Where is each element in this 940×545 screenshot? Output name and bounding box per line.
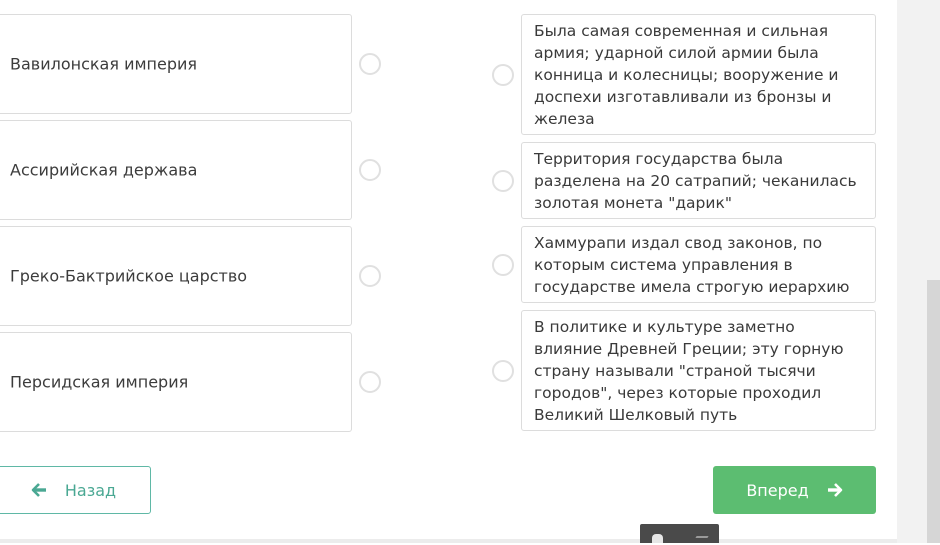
right-item-text: Хаммурапи издал свод законов, по которым… — [534, 233, 850, 296]
left-item-label: Греко-Бактрийское царство — [10, 266, 248, 286]
arrow-left-icon — [31, 482, 47, 498]
back-button-label: Назад — [64, 480, 117, 500]
left-item-label: Ассирийская держава — [10, 160, 198, 180]
left-connector-radio[interactable] — [359, 159, 381, 181]
right-connector-radio[interactable] — [492, 64, 514, 86]
left-item-babylon[interactable]: Вавилонская империя — [0, 14, 352, 114]
left-item-assyria[interactable]: Ассирийская держава — [0, 120, 352, 220]
right-connector-radio[interactable] — [492, 360, 514, 382]
right-item-satrapies[interactable]: Территория государства была разделена на… — [521, 142, 876, 219]
right-connector-radio[interactable] — [492, 254, 514, 276]
next-button[interactable]: Вперед — [713, 466, 876, 514]
right-item-army[interactable]: Была самая современная и сильная армия; … — [521, 14, 876, 135]
left-connector-radio[interactable] — [359, 265, 381, 287]
left-item-persia[interactable]: Персидская империя — [0, 332, 352, 432]
floating-toolbar[interactable] — [640, 524, 719, 545]
right-item-hammurabi[interactable]: Хаммурапи издал свод законов, по которым… — [521, 226, 876, 303]
right-item-greece-influence[interactable]: В политике и культуре заметно влияние Др… — [521, 310, 876, 431]
next-button-label: Вперед — [746, 480, 809, 500]
right-item-text: Была самая современная и сильная армия; … — [534, 21, 839, 128]
pen-icon — [691, 536, 709, 545]
left-item-greco-bactria[interactable]: Греко-Бактрийское царство — [0, 226, 352, 326]
left-item-label: Вавилонская империя — [10, 54, 198, 74]
left-connector-radio[interactable] — [359, 371, 381, 393]
left-connector-radio[interactable] — [359, 53, 381, 75]
page-bottom-divider — [0, 539, 897, 543]
right-item-text: Территория государства была разделена на… — [534, 149, 857, 212]
right-connector-radio[interactable] — [492, 170, 514, 192]
back-button[interactable]: Назад — [0, 466, 151, 514]
hand-cursor-icon — [652, 534, 663, 543]
scrollbar-thumb[interactable] — [927, 280, 940, 543]
arrow-right-icon — [827, 482, 843, 498]
right-item-text: В политике и культуре заметно влияние Др… — [534, 317, 844, 424]
left-item-label: Персидская империя — [10, 372, 189, 392]
